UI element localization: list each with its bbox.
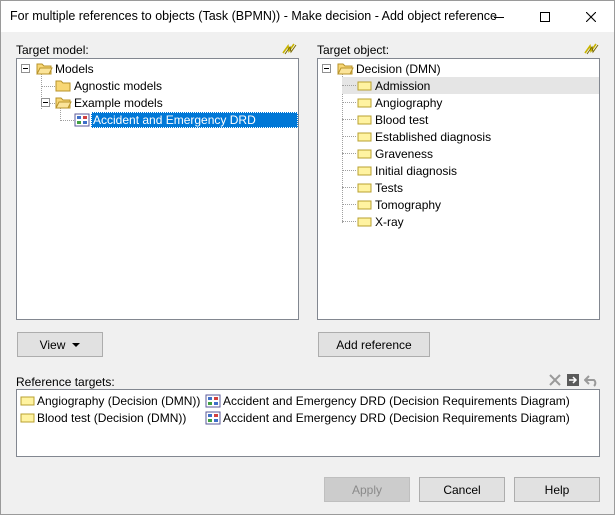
- decision-icon: [357, 81, 372, 90]
- decision-icon: [20, 396, 35, 405]
- decision-icon: [20, 413, 35, 422]
- tree-item-accident-emergency-drd[interactable]: Accident and Emergency DRD: [74, 111, 298, 128]
- maximize-button[interactable]: [522, 1, 568, 32]
- target-object-label: Target object:: [317, 43, 390, 57]
- decision-icon: [357, 166, 372, 175]
- drd-model-icon: [205, 411, 221, 424]
- tree-connector: [60, 120, 74, 121]
- model-filter-icon[interactable]: [282, 43, 298, 55]
- tree-item-label: Blood test: [375, 112, 429, 127]
- tree-item-label: Example models: [74, 95, 163, 110]
- decision-icon: [357, 149, 372, 158]
- collapse-models-toggle[interactable]: [21, 64, 30, 73]
- title-bar: For multiple references to objects (Task…: [1, 1, 614, 32]
- tree-item-label: Established diagnosis: [375, 129, 492, 144]
- decision-icon: [357, 115, 372, 124]
- reference-object: Blood test (Decision (DMN)): [37, 410, 187, 425]
- close-button[interactable]: [568, 1, 614, 32]
- reference-targets-label: Reference targets:: [16, 375, 115, 389]
- tree-item-label: Accident and Emergency DRD: [91, 111, 298, 128]
- folder-open-icon: [55, 97, 72, 108]
- folder-open-icon: [36, 63, 53, 74]
- tree-connector: [41, 86, 55, 87]
- reference-model: Accident and Emergency DRD (Decision Req…: [223, 393, 570, 408]
- apply-label: Apply: [351, 482, 383, 497]
- chevron-down-icon: [72, 342, 81, 347]
- object-filter-icon[interactable]: [584, 43, 600, 55]
- close-icon: [586, 11, 596, 22]
- cancel-button[interactable]: Cancel: [419, 477, 505, 502]
- reference-object: Angiography (Decision (DMN)): [37, 393, 201, 408]
- tree-item-models[interactable]: Models: [36, 60, 96, 77]
- folder-open-icon: [337, 63, 354, 74]
- tree-item-tests[interactable]: Tests: [342, 179, 405, 196]
- tree-item-label: Tomography: [375, 197, 442, 212]
- tree-item-label: Decision (DMN): [356, 61, 441, 76]
- decision-icon: [357, 183, 372, 192]
- target-model-label: Target model:: [16, 43, 89, 57]
- target-object-tree[interactable]: Decision (DMN) Admission Angiography Blo…: [317, 58, 600, 320]
- tree-item-decision-dmn[interactable]: Decision (DMN): [337, 60, 443, 77]
- reference-model: Accident and Emergency DRD (Decision Req…: [223, 410, 570, 425]
- tree-item-established-diagnosis[interactable]: Established diagnosis: [342, 128, 493, 145]
- view-button-label: View: [39, 337, 66, 352]
- tree-item-initial-diagnosis[interactable]: Initial diagnosis: [342, 162, 459, 179]
- reference-targets-list[interactable]: Angiography (Decision (DMN)) Accident an…: [16, 389, 600, 457]
- tree-item-label: Angiography: [375, 95, 443, 110]
- tree-item-tomography[interactable]: Tomography: [342, 196, 443, 213]
- tree-item-label: Agnostic models: [74, 78, 163, 93]
- reference-row[interactable]: Angiography (Decision (DMN)) Accident an…: [20, 392, 570, 409]
- minimize-button[interactable]: [476, 1, 522, 32]
- minimize-icon: [494, 16, 504, 18]
- tree-item-label: Initial diagnosis: [375, 163, 458, 178]
- add-reference-label: Add reference: [336, 337, 412, 352]
- remove-reference-icon[interactable]: [548, 373, 562, 387]
- tree-item-label: Admission: [375, 78, 431, 93]
- decision-icon: [357, 200, 372, 209]
- decision-icon: [357, 217, 372, 226]
- decision-icon: [357, 98, 372, 107]
- view-button[interactable]: View: [17, 332, 103, 357]
- go-to-reference-icon[interactable]: [566, 373, 580, 387]
- tree-item-label: Graveness: [375, 146, 434, 161]
- tree-item-label: Tests: [375, 180, 404, 195]
- tree-item-example-models[interactable]: Example models: [55, 94, 165, 111]
- reference-row[interactable]: Blood test (Decision (DMN)) Accident and…: [20, 409, 570, 426]
- tree-item-graveness[interactable]: Graveness: [342, 145, 435, 162]
- tree-item-admission[interactable]: Admission: [342, 77, 599, 94]
- add-reference-button[interactable]: Add reference: [318, 332, 430, 357]
- folder-icon: [55, 80, 71, 91]
- maximize-icon: [540, 11, 550, 22]
- undo-icon[interactable]: [584, 373, 600, 387]
- decision-icon: [357, 132, 372, 141]
- collapse-decision-toggle[interactable]: [322, 64, 331, 73]
- window-title: For multiple references to objects (Task…: [10, 9, 497, 23]
- tree-item-blood-test[interactable]: Blood test: [342, 111, 430, 128]
- target-model-tree[interactable]: Models Agnostic models Example models Ac…: [16, 58, 299, 320]
- tree-item-agnostic-models[interactable]: Agnostic models: [55, 77, 164, 94]
- apply-button[interactable]: Apply: [324, 477, 410, 502]
- cancel-label: Cancel: [443, 482, 481, 497]
- collapse-example-models-toggle[interactable]: [41, 98, 50, 107]
- tree-item-x-ray[interactable]: X-ray: [342, 213, 406, 230]
- dialog-window: For multiple references to objects (Task…: [0, 0, 615, 515]
- tree-item-label: Models: [55, 61, 94, 76]
- tree-item-angiography[interactable]: Angiography: [342, 94, 444, 111]
- help-button[interactable]: Help: [514, 477, 600, 502]
- tree-item-label: X-ray: [375, 214, 404, 229]
- drd-model-icon: [205, 394, 221, 407]
- drd-model-icon: [74, 113, 90, 126]
- help-label: Help: [544, 482, 570, 497]
